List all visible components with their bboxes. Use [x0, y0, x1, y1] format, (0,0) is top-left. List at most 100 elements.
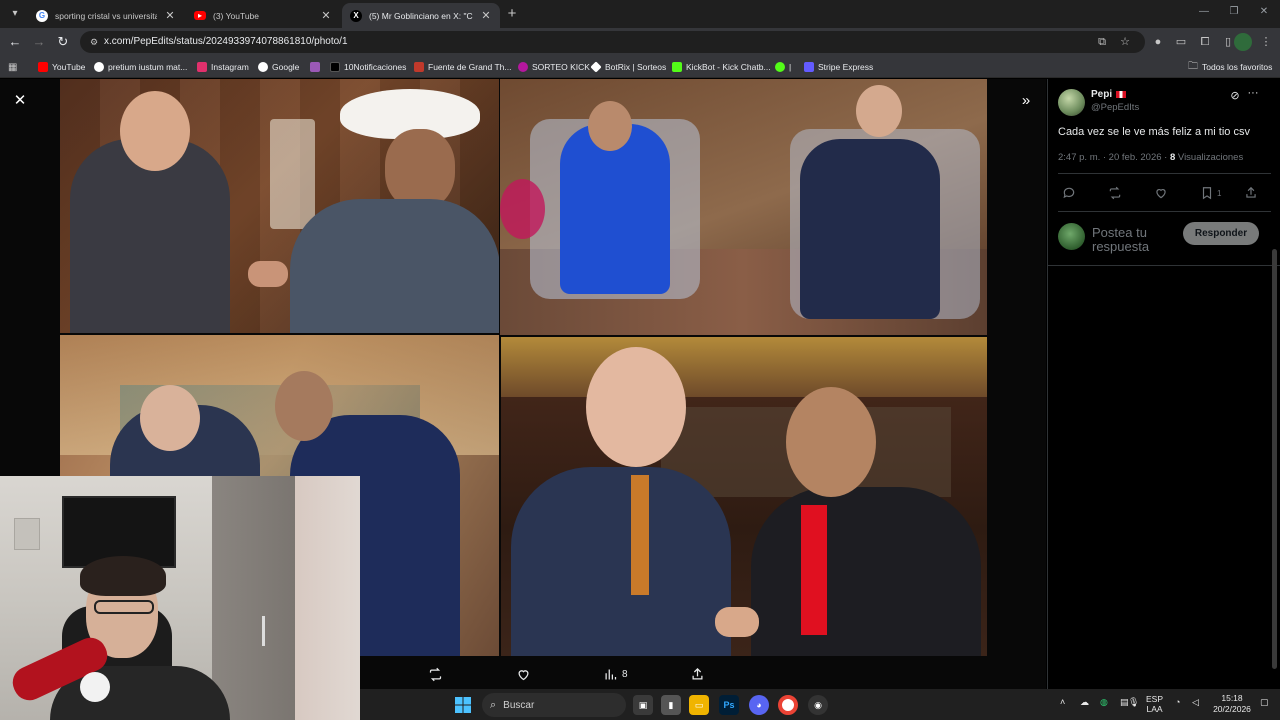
stripe-icon — [804, 62, 814, 72]
address-bar[interactable]: ⚙ x.com/PepEdits/status/2024933974078861… — [80, 31, 1145, 53]
tray-app-icon[interactable]: ☁ — [1080, 697, 1089, 708]
tab-sporting-cristal[interactable]: G sporting cristal vs universitario ✕ — [28, 3, 184, 28]
bookmark-count: 1 — [1217, 188, 1222, 198]
reply-input[interactable]: Postea tu respuesta — [1092, 226, 1172, 254]
extension-icon[interactable]: ● — [1150, 34, 1166, 50]
back-arrow-icon[interactable]: ← — [7, 34, 23, 50]
discord-icon[interactable]: ◕ — [749, 695, 769, 715]
all-favorites-label: Todos los favoritos — [1202, 62, 1273, 72]
tray-overflow-chevron-icon[interactable]: ˄ — [1060, 697, 1065, 707]
widget-app-icon[interactable]: ▮ — [661, 695, 681, 715]
bookmark-kickbot[interactable]: KickBot - Kick Chatb... — [672, 60, 771, 74]
apps-grid-icon[interactable]: ▦ — [8, 60, 17, 74]
tab-search-chevron-icon[interactable]: ▾ — [6, 5, 24, 23]
tab-youtube[interactable]: ▸ (3) YouTube ✕ — [186, 3, 340, 28]
url-text[interactable]: x.com/PepEdits/status/202493397407886181… — [104, 36, 348, 47]
language-indicator[interactable]: ESP LAA — [1146, 694, 1163, 714]
bookmark-extension[interactable] — [310, 60, 320, 74]
wall-switch — [14, 518, 40, 550]
bookmark-grand-theft[interactable]: Fuente de Grand Th... — [414, 60, 511, 74]
author-handle[interactable]: @PepEdIts — [1091, 102, 1139, 113]
wall-plaque — [270, 119, 315, 229]
windows-start-icon[interactable] — [453, 695, 473, 715]
chrome-icon[interactable] — [778, 695, 798, 715]
bookmark-10notificaciones[interactable]: 10Notificaciones — [330, 60, 406, 74]
all-favorites-folder[interactable]: 🗀 Todos los favoritos — [1188, 60, 1272, 74]
photo-seated-meeting — [500, 79, 987, 335]
expand-panel-icon[interactable]: » — [1016, 91, 1036, 111]
tray-mic-icon[interactable]: 🎙 — [1128, 697, 1139, 708]
bookmark-label: pretium iustum mat... — [108, 62, 188, 72]
like-button[interactable] — [1154, 185, 1168, 201]
tab-x-post[interactable]: X (5) Mr Goblinciano en X: "Com ✕ — [342, 3, 500, 28]
window-close-icon[interactable]: ✕ — [1257, 6, 1271, 17]
bookmark-label: Google — [272, 62, 300, 72]
bookmark-kick[interactable]: | — [775, 60, 791, 74]
task-view-icon[interactable]: ▣ — [633, 695, 653, 715]
person-suit-right — [751, 487, 981, 656]
share-button[interactable] — [690, 664, 705, 684]
photoshop-icon[interactable]: Ps — [719, 695, 739, 715]
file-explorer-icon[interactable]: ▭ — [689, 695, 709, 715]
grok-icon[interactable]: ⊘ — [1228, 89, 1242, 103]
reply-button[interactable] — [1062, 185, 1076, 201]
close-viewer-icon[interactable]: ✕ — [10, 91, 30, 111]
new-tab-button[interactable]: + — [504, 5, 520, 22]
bookmark-youtube[interactable]: YouTube — [38, 60, 85, 74]
window-curtain — [295, 476, 360, 720]
bookmark-button[interactable]: 1 — [1200, 185, 1221, 201]
retweet-button[interactable] — [1108, 185, 1122, 201]
views-button[interactable]: 8 — [603, 664, 628, 684]
instagram-icon — [197, 62, 207, 72]
site-info-icon[interactable]: ⚙ — [88, 36, 100, 48]
panel-scrollbar[interactable] — [1272, 249, 1277, 669]
clock-time: 15:18 — [1221, 693, 1243, 703]
person-face-right — [786, 387, 876, 497]
install-app-icon[interactable]: ⧉ — [1095, 35, 1109, 49]
tab-close-icon[interactable]: ✕ — [480, 9, 492, 22]
author-name[interactable]: Pepi — [1091, 89, 1127, 100]
notifications-icon[interactable]: ▢ — [1260, 697, 1269, 708]
restore-icon[interactable]: ❐ — [1227, 6, 1241, 17]
tab-close-icon[interactable]: ✕ — [320, 9, 332, 22]
media-icon[interactable]: ▭ — [1173, 34, 1189, 50]
share-button[interactable] — [1244, 185, 1258, 201]
google-icon — [94, 62, 104, 72]
tweet-meta: 2:47 p. m. · 20 feb. 2026 · 8 Visualizac… — [1058, 152, 1243, 163]
bookmark-stripe[interactable]: Stripe Express — [804, 60, 873, 74]
bookmark-sorteo-kick[interactable]: SORTEO KICK — [518, 60, 590, 74]
volume-icon[interactable]: ◁ — [1192, 697, 1199, 708]
retweet-button[interactable] — [428, 664, 443, 684]
author-avatar[interactable] — [1058, 89, 1085, 116]
wifi-icon[interactable]: ◔ — [1175, 697, 1180, 707]
menu-kebab-icon[interactable]: ⋮ — [1258, 34, 1274, 50]
views-count: 8 — [1169, 152, 1176, 163]
extensions-puzzle-icon[interactable]: ⧠ — [1197, 34, 1213, 50]
bookmark-star-icon[interactable]: ☆ — [1118, 35, 1132, 49]
puzzle-icon — [310, 62, 320, 72]
taskbar-search[interactable]: ⌕ Buscar — [482, 693, 626, 717]
bookmark-instagram[interactable]: Instagram — [197, 60, 249, 74]
bookmark-pretium[interactable]: pretium iustum mat... — [94, 60, 187, 74]
photo-action-bar: 8 — [360, 661, 1046, 687]
tab-close-icon[interactable]: ✕ — [164, 9, 176, 22]
tray-sync-icon[interactable]: ◍ — [1100, 697, 1108, 708]
reload-icon[interactable]: ↻ — [55, 34, 71, 50]
views-chart-icon — [605, 669, 617, 679]
taskbar-clock[interactable]: 15:18 20/2/2026 — [1210, 693, 1254, 715]
heart-icon — [1156, 189, 1166, 199]
windows-taskbar: ⌕ Buscar ▣ ▮ ▭ Ps ◕ ◉ ˄ ☁ ◍ ▤ 🎙 ESP LAA … — [360, 689, 1280, 720]
bookmark-google[interactable]: Google — [258, 60, 299, 74]
like-button[interactable] — [516, 664, 531, 684]
reply-submit-button[interactable]: Responder — [1183, 222, 1259, 245]
forward-arrow-icon[interactable]: → — [31, 34, 47, 50]
lang-bottom: LAA — [1146, 704, 1163, 714]
bookmark-botrix[interactable]: BotRix | Sorteos — [590, 60, 666, 74]
person-face-right — [275, 371, 333, 441]
minimize-icon[interactable]: — — [1197, 6, 1211, 17]
profile-avatar[interactable] — [1234, 33, 1252, 51]
heart-icon — [518, 669, 529, 680]
more-options-icon[interactable]: ··· — [1246, 87, 1260, 101]
obs-icon[interactable]: ◉ — [808, 695, 828, 715]
tweet-time[interactable]: 2:47 p. m. · 20 feb. 2026 · — [1058, 152, 1167, 163]
